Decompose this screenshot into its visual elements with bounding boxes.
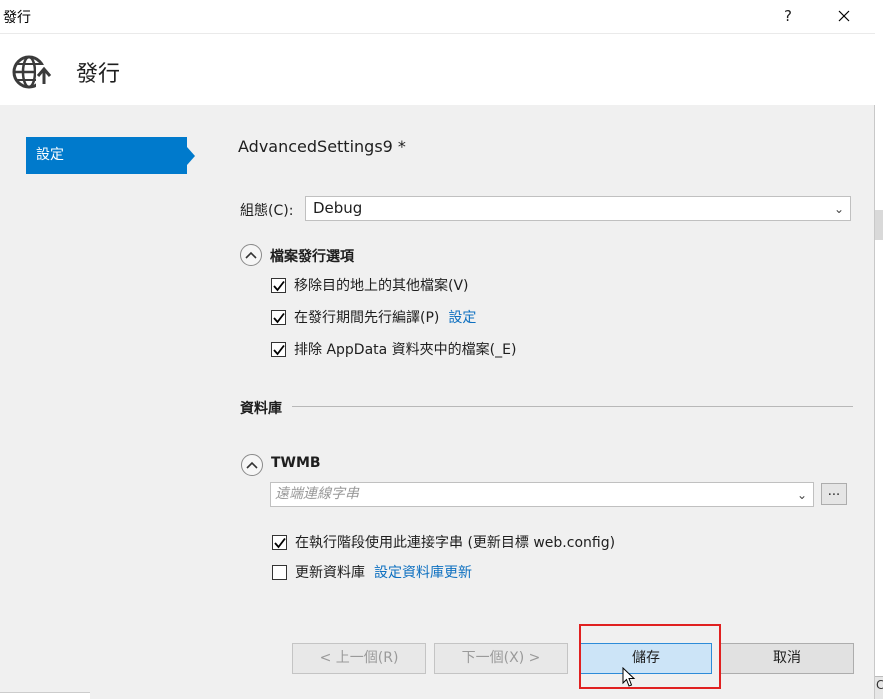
chevron-up-icon [245, 251, 257, 259]
header-title: 發行 [76, 62, 121, 87]
previous-button[interactable]: < 上一個(R) [292, 643, 426, 674]
checkmark-icon [273, 280, 285, 291]
globe-publish-icon [12, 55, 52, 89]
option-exclude-appdata: 排除 AppData 資料夾中的檔案(_E) [271, 339, 516, 359]
update-database-checkbox[interactable] [272, 564, 287, 580]
background-scroll-segment [875, 210, 883, 240]
next-button[interactable]: 下一個(X) > [434, 643, 568, 674]
remove-extra-files-label: 移除目的地上的其他檔案(V) [294, 278, 469, 294]
precompile-label: 在發行期間先行編譯(P) [294, 310, 440, 326]
chevron-down-icon: ⌄ [796, 488, 807, 502]
cancel-button[interactable]: 取消 [720, 643, 854, 674]
precompile-checkbox[interactable] [271, 309, 286, 325]
sidebar-item-label: 設定 [36, 147, 64, 163]
help-button[interactable]: ? [776, 4, 800, 28]
option-use-connection-string: 在執行階段使用此連接字串 (更新目標 web.config) [272, 532, 615, 552]
remove-extra-files-checkbox[interactable] [271, 277, 286, 293]
configuration-value: Debug [313, 199, 363, 217]
use-connection-string-label: 在執行階段使用此連接字串 (更新目標 web.config) [295, 535, 616, 551]
option-remove-extra-files: 移除目的地上的其他檔案(V) [271, 275, 469, 295]
collapse-db-entry-button[interactable] [241, 454, 263, 476]
configure-db-update-link[interactable]: 設定資料庫更新 [374, 562, 472, 582]
background-edge-text: C) [876, 678, 883, 692]
configuration-label: 組態(C): [240, 203, 294, 219]
precompile-settings-link[interactable]: 設定 [448, 307, 476, 327]
file-publish-title: 檔案發行選項 [270, 249, 354, 265]
dialog-header: 發行 [0, 33, 875, 105]
exclude-appdata-label: 排除 AppData 資料夾中的檔案(_E) [294, 342, 517, 358]
checkmark-icon [273, 344, 285, 355]
taskbar-edge [0, 692, 90, 699]
window-title: 發行 [3, 10, 31, 26]
connection-string-input[interactable]: 遠端連線字串 ⌄ [270, 482, 814, 507]
checkmark-icon [273, 312, 285, 323]
chevron-down-icon: ⌄ [833, 202, 844, 216]
update-database-label: 更新資料庫 [295, 565, 365, 581]
close-icon [838, 10, 850, 22]
sidebar-selection-arrow [187, 147, 195, 165]
background-window-edge: C) [875, 0, 883, 699]
mouse-cursor-icon [622, 667, 636, 687]
databases-title: 資料庫 [240, 401, 282, 417]
databases-divider [292, 406, 853, 407]
option-update-database: 更新資料庫 設定資料庫更新 [272, 562, 472, 582]
chevron-up-icon [246, 461, 258, 469]
profile-name: AdvancedSettings9 * [238, 137, 406, 156]
sidebar-item-settings[interactable]: 設定 [26, 137, 187, 174]
title-bar: 發行 ? [0, 0, 875, 33]
option-precompile: 在發行期間先行編譯(P) 設定 [271, 307, 476, 327]
exclude-appdata-checkbox[interactable] [271, 341, 286, 357]
connection-string-placeholder: 遠端連線字串 [275, 486, 359, 502]
highlight-box [579, 624, 721, 689]
collapse-file-options-button[interactable] [240, 244, 262, 266]
browse-connection-button[interactable]: ... [821, 483, 847, 505]
publish-dialog: 發行 ? 發行 設定 AdvancedSettings9 * 組態(C): De… [0, 0, 875, 699]
close-button[interactable] [830, 4, 858, 28]
checkmark-icon [274, 537, 286, 548]
db-entry-name: TWMB [271, 455, 321, 471]
use-connection-string-checkbox[interactable] [272, 534, 287, 550]
configuration-select[interactable]: Debug ⌄ [305, 196, 851, 221]
